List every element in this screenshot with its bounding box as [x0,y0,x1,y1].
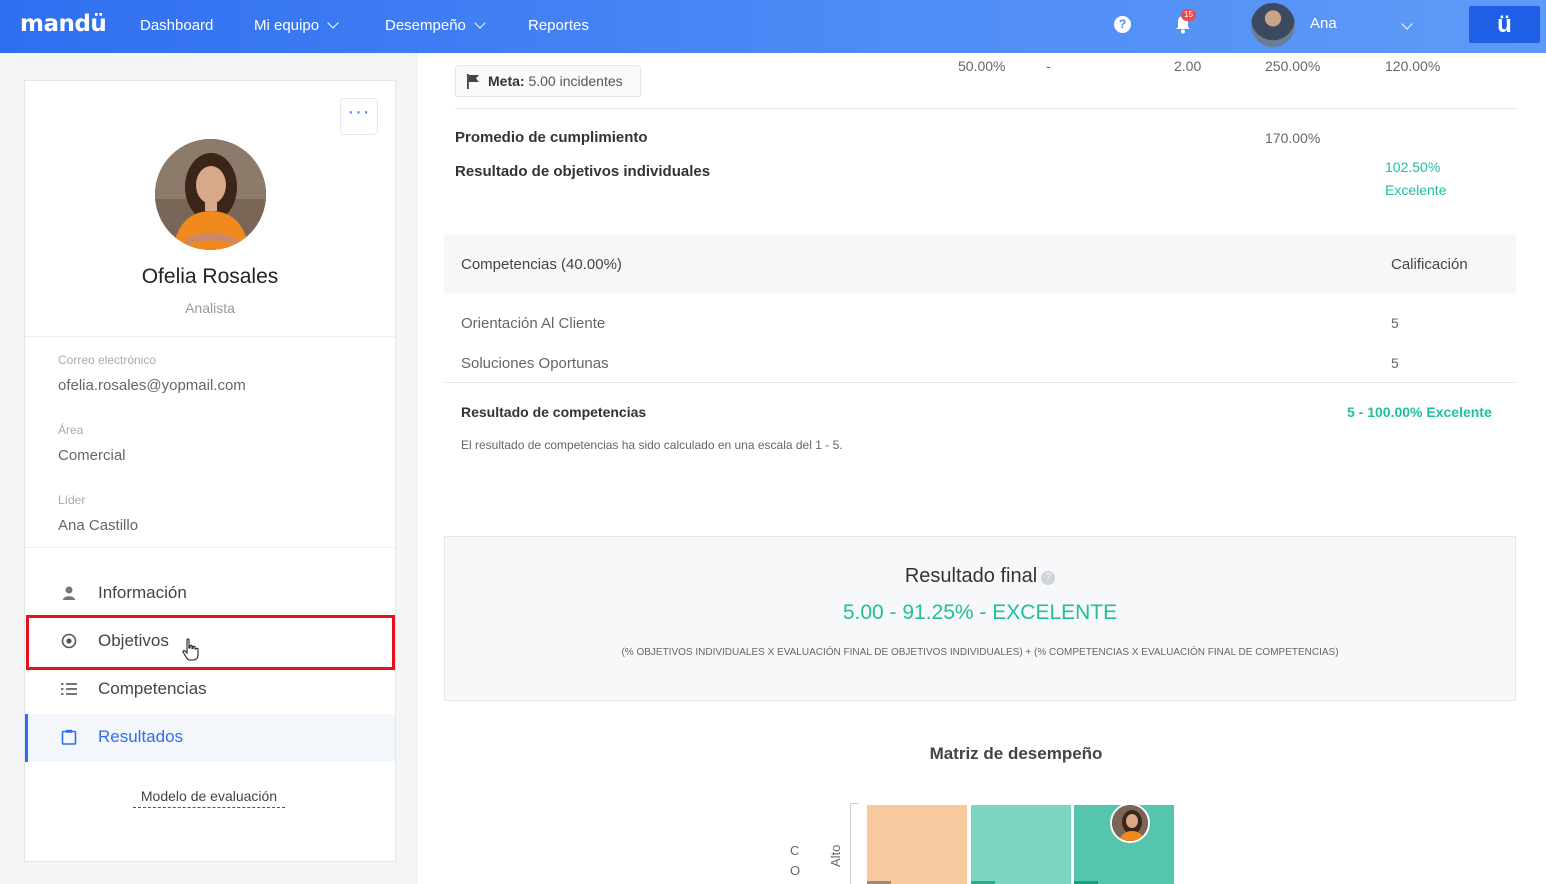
competencies-note: El resultado de competencias ha sido cal… [461,438,843,452]
help-icon[interactable]: ? [1041,571,1056,585]
objectives-result-label: Resultado de objetivos individuales [455,163,711,180]
profile-name: Ofelia Rosales [141,265,279,288]
evaluation-model-link[interactable]: Modelo de evaluación [133,788,285,808]
competency-name: Soluciones Oportunas [461,355,609,372]
flag-icon [467,74,479,89]
final-result-title: Resultado final? [445,565,1515,588]
nav-desempeno-label: Desempeño [385,17,466,34]
brand-button[interactable]: ü [1469,6,1540,43]
menu-item-competencias[interactable]: Competencias [25,666,395,714]
avg-compliance-label: Promedio de cumplimiento [455,129,648,146]
objective-achieved: 2.00 [1174,58,1202,74]
objective-weight: 50.00% [958,58,1006,74]
highlight-annotation [26,615,395,670]
matrix-cell[interactable] [971,805,1071,884]
matrix-axis-letter: C [790,843,800,858]
divider [455,108,1516,109]
list-icon [61,683,77,695]
matrix-axis [850,803,851,884]
goal-value: 5.00 incidentes [528,73,623,89]
competencies-result-label: Resultado de competencias [461,404,647,420]
menu-label-competencias: Competencias [98,679,207,698]
final-score: 5.00 - 91.25% - EXCELENTE [842,601,1118,624]
matrix-row-label: Alto [828,844,843,867]
email-value: ofelia.rosales@yopmail.com [58,377,246,394]
user-menu-chevron[interactable] [1393,18,1413,36]
final-formula: (% OBJETIVOS INDIVIDUALES X EVALUACIÓN F… [621,647,1339,658]
final-result-box: Resultado final? 5.00 - 91.25% - EXCELEN… [444,536,1516,701]
objective-dash: - [1046,58,1051,74]
matrix-title: Matriz de desempeño [929,744,1103,763]
competencies-header: Competencias (40.00%) Calificación [444,234,1516,294]
more-options-button[interactable]: ··· [340,98,378,135]
chevron-down-icon [474,17,486,29]
user-avatar[interactable] [1251,3,1295,47]
nav-dashboard-label: Dashboard [140,17,214,34]
top-navbar: mandü Dashboard Mi equipo Desempeño Repo… [0,0,1546,53]
menu-item-resultados[interactable]: Resultados [25,714,395,762]
profile-role: Analista [185,300,235,316]
nav-mi-equipo[interactable]: Mi equipo [254,17,339,34]
avg-compliance-value: 170.00% [1265,130,1321,146]
email-label: Correo electrónico [58,353,157,367]
profile-card: ··· Ofelia Rosales Analista Correo elect… [24,80,396,862]
objectives-result-word: Excelente [1385,182,1447,198]
competencies-title: Competencias (40.00%) [461,256,622,273]
final-result-title-text: Resultado final [904,565,1038,587]
results-panel: Meta: 5.00 incidentes 50.00% - 2.00 250.… [418,53,1546,884]
leader-value: Ana Castillo [58,517,139,534]
user-icon [63,586,75,600]
area-value: Comercial [58,447,126,464]
clipboard-icon [61,729,77,745]
matrix-cell[interactable] [867,805,967,884]
divider [25,336,395,337]
notification-badge: 15 [1181,9,1196,21]
help-icon[interactable]: ? [1114,16,1131,33]
objective-result: 120.00% [1385,58,1441,74]
hand-cursor-icon [182,638,199,661]
competency-name: Orientación Al Cliente [461,315,606,332]
nav-reportes-label: Reportes [528,17,589,34]
profile-photo [155,139,266,250]
menu-label-informacion: Información [98,583,187,602]
nav-dashboard[interactable]: Dashboard [140,17,213,34]
mandu-logo[interactable]: mandü [20,11,107,37]
divider [25,547,395,548]
nav-reportes[interactable]: Reportes [528,17,589,34]
objective-compliance: 250.00% [1265,58,1321,74]
chevron-down-icon [1401,18,1413,30]
competency-score: 5 [1391,355,1399,371]
goal-label: Meta: [488,73,525,89]
objectives-result-pct: 102.50% [1385,159,1441,175]
matrix-employee-avatar[interactable] [1110,803,1150,843]
nav-user-name[interactable]: Ana [1310,15,1337,32]
matrix-axis-letter: O [790,863,801,878]
competency-score: 5 [1391,315,1399,331]
goal-chip: Meta: 5.00 incidentes [455,65,641,97]
chevron-down-icon [327,17,339,29]
menu-label-resultados: Resultados [98,727,184,746]
competencies-result-value: 5 - 100.00% Excelente [1347,404,1492,420]
divider [444,382,1516,383]
matrix-axis-tick [850,803,858,804]
leader-label: Líder [58,493,86,507]
menu-item-informacion[interactable]: Información [25,570,395,618]
area-label: Área [58,423,84,437]
nav-mi-equipo-label: Mi equipo [254,17,320,34]
nav-desempeno[interactable]: Desempeño [385,17,486,34]
rating-column-header: Calificación [1391,256,1468,273]
